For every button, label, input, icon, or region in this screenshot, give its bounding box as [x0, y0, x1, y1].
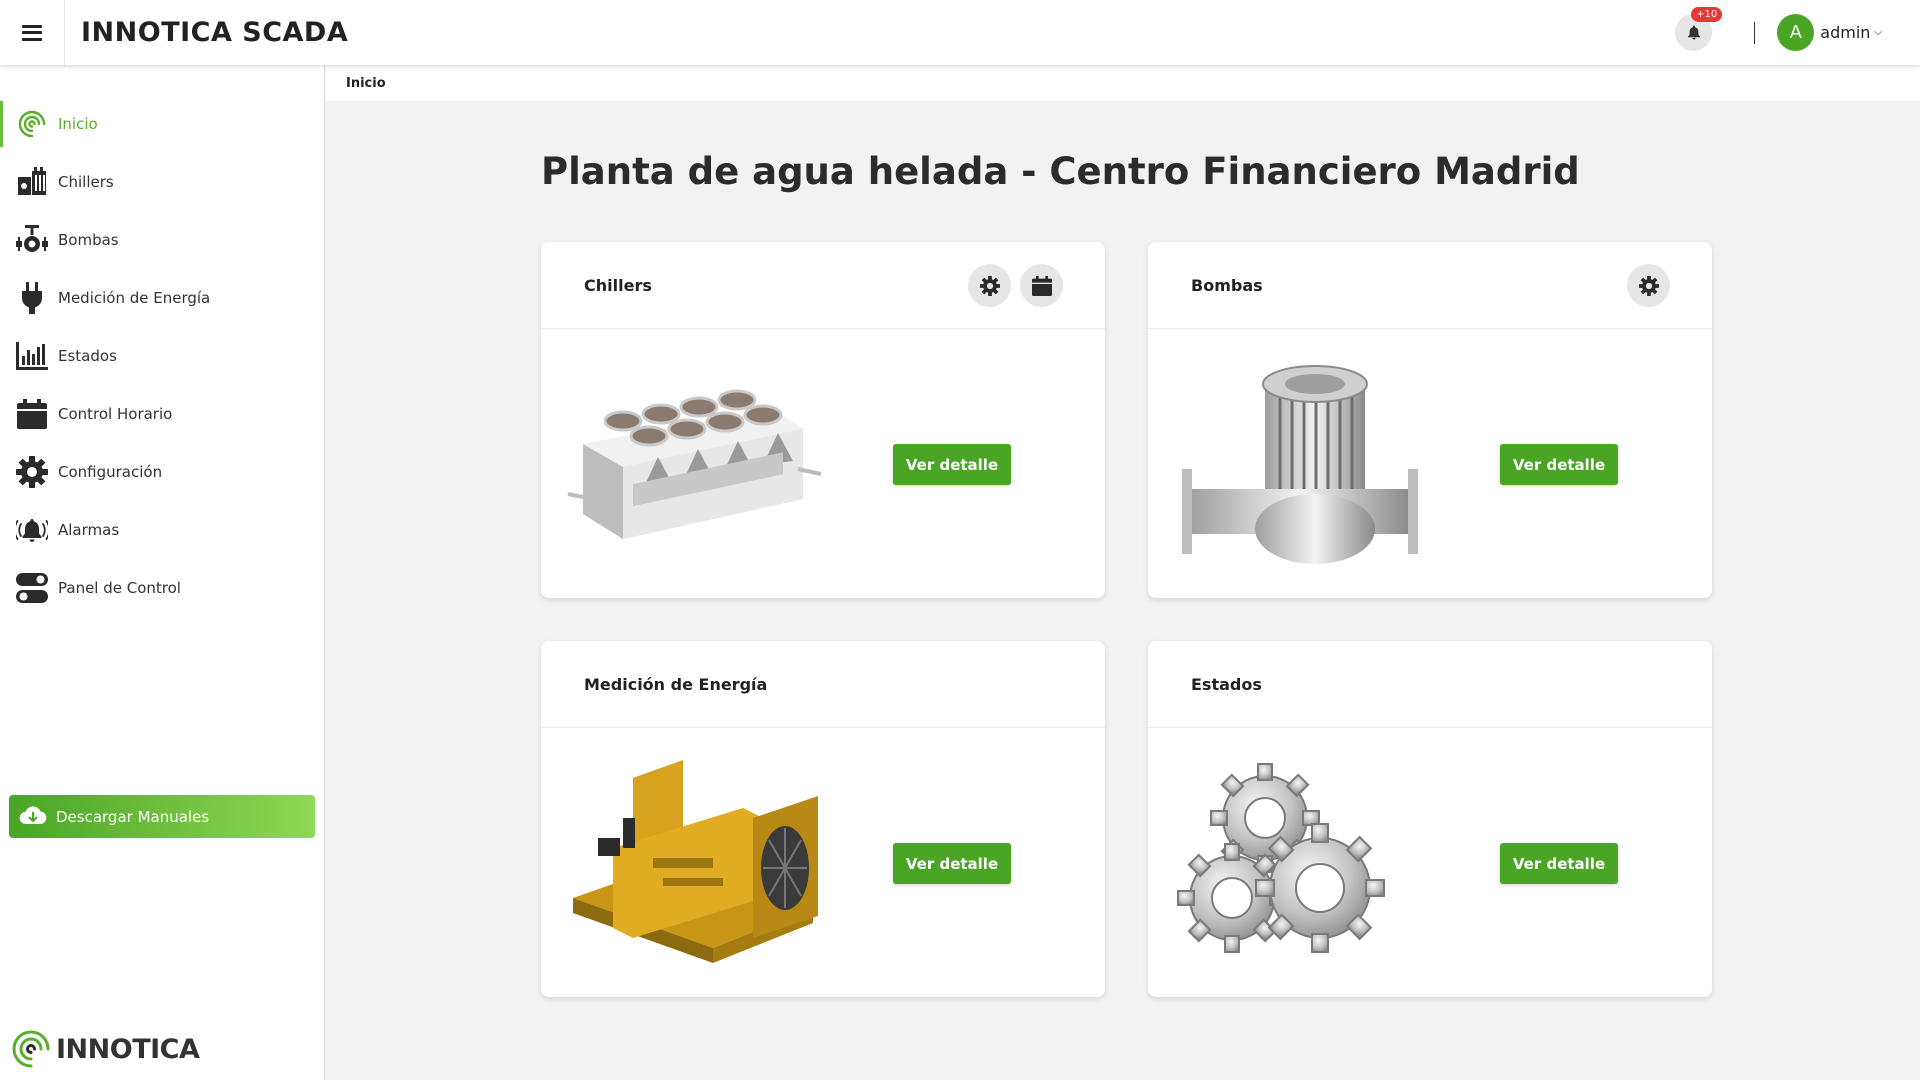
- sidebar-item-label: Control Horario: [58, 405, 173, 423]
- innotica-spiral-icon: [12, 1030, 50, 1068]
- pump-icon: [15, 223, 49, 257]
- sidebar-item-label: Estados: [58, 347, 117, 365]
- card-header: Medición de Energía: [541, 641, 1105, 728]
- chiller-unit-image: [567, 389, 822, 539]
- sidebar-item-label: Inicio: [58, 115, 98, 133]
- breadcrumb-bar: Inicio: [326, 65, 1920, 101]
- sidebar-item-bombas[interactable]: Bombas: [0, 211, 324, 269]
- innotica-logo: INNOTICA: [10, 1028, 200, 1070]
- card-bombas: Bombas Ver detalle: [1148, 242, 1712, 598]
- generator-unit-image: [573, 760, 818, 963]
- header-divider: [1754, 21, 1756, 44]
- chillers-detail-button[interactable]: Ver detalle: [893, 444, 1011, 485]
- notifications-button[interactable]: +10: [1675, 7, 1723, 51]
- sidebar-item-label: Alarmas: [58, 521, 120, 539]
- card-title: Medición de Energía: [584, 674, 768, 694]
- sidebar-item-label: Medición de Energía: [58, 289, 211, 307]
- download-manuals-button[interactable]: Descargar Manuales: [9, 795, 315, 838]
- app-title: INNOTICA SCADA: [81, 17, 349, 48]
- card-header: Estados: [1148, 641, 1712, 728]
- estados-detail-button[interactable]: Ver detalle: [1500, 843, 1618, 884]
- top-header: INNOTICA SCADA +10 A admin ⌵: [0, 0, 1920, 65]
- menu-toggle-button[interactable]: [0, 0, 65, 65]
- calendar-icon: [15, 397, 49, 431]
- header-actions: +10 A admin ⌵: [1675, 0, 1882, 65]
- card-medicion-energia: Medición de Energía Ver detalle: [541, 641, 1105, 997]
- sidebar-nav: Inicio Chillers Bombas Medición de Energ…: [0, 95, 324, 617]
- sidebar-item-configuracion[interactable]: Configuración: [0, 443, 324, 501]
- bombas-detail-button[interactable]: Ver detalle: [1500, 444, 1618, 485]
- bombas-settings-button[interactable]: [1627, 264, 1670, 307]
- sidebar-item-medicion-energia[interactable]: Medición de Energía: [0, 269, 324, 327]
- hamburger-icon: [22, 24, 42, 41]
- card-header: Bombas: [1148, 242, 1712, 329]
- card-actions: [1627, 264, 1670, 307]
- cloud-download-icon: [19, 804, 47, 830]
- avatar[interactable]: A: [1777, 14, 1815, 51]
- sidebar: Inicio Chillers Bombas Medición de Energ…: [0, 65, 325, 1080]
- user-menu-name[interactable]: admin: [1820, 23, 1870, 42]
- sidebar-item-alarmas[interactable]: Alarmas: [0, 501, 324, 559]
- sidebar-item-label: Configuración: [58, 463, 163, 481]
- card-title: Bombas: [1191, 275, 1263, 295]
- sidebar-item-chillers[interactable]: Chillers: [0, 153, 324, 211]
- gear-icon: [1638, 275, 1659, 296]
- gear-icon: [979, 275, 1000, 296]
- card-body: Ver detalle: [1148, 329, 1712, 597]
- chevron-down-icon[interactable]: ⌵: [1874, 27, 1882, 38]
- bell-icon: [1687, 25, 1700, 40]
- inicio-spiral-icon: [15, 107, 49, 141]
- bar-chart-icon: [15, 339, 49, 373]
- card-body: Ver detalle: [541, 728, 1105, 996]
- chillers-schedule-button[interactable]: [1020, 264, 1063, 307]
- logo-text: INNOTICA: [56, 1033, 200, 1065]
- sidebar-item-label: Bombas: [58, 231, 119, 249]
- chillers-settings-button[interactable]: [968, 264, 1011, 307]
- sidebar-item-inicio[interactable]: Inicio: [0, 95, 324, 153]
- download-manuals-label: Descargar Manuales: [56, 807, 210, 826]
- notification-badge: +10: [1691, 7, 1723, 22]
- pump-unit-image: [1182, 365, 1418, 564]
- page-title: Planta de agua helada - Centro Financier…: [541, 150, 1580, 193]
- card-title: Chillers: [584, 275, 652, 295]
- card-body: Ver detalle: [541, 329, 1105, 597]
- energia-detail-button[interactable]: Ver detalle: [893, 843, 1011, 884]
- sidebar-item-label: Panel de Control: [58, 579, 181, 597]
- gear-icon: [15, 455, 49, 489]
- sidebar-item-label: Chillers: [58, 173, 114, 191]
- breadcrumb[interactable]: Inicio: [346, 76, 386, 91]
- sidebar-item-panel-control[interactable]: Panel de Control: [0, 559, 324, 617]
- chiller-icon: [15, 165, 49, 199]
- plug-icon: [15, 281, 49, 315]
- card-estados: Estados Ver detalle: [1148, 641, 1712, 997]
- toggle-icon: [15, 571, 49, 605]
- card-title: Estados: [1191, 674, 1262, 694]
- sidebar-item-estados[interactable]: Estados: [0, 327, 324, 385]
- card-body: Ver detalle: [1148, 728, 1712, 996]
- gears-image: [1177, 763, 1385, 953]
- sidebar-item-control-horario[interactable]: Control Horario: [0, 385, 324, 443]
- card-chillers: Chillers Ver detalle: [541, 242, 1105, 598]
- card-header: Chillers: [541, 242, 1105, 329]
- card-actions: [968, 264, 1063, 307]
- alarm-bell-icon: [15, 513, 49, 547]
- calendar-icon: [1031, 275, 1052, 296]
